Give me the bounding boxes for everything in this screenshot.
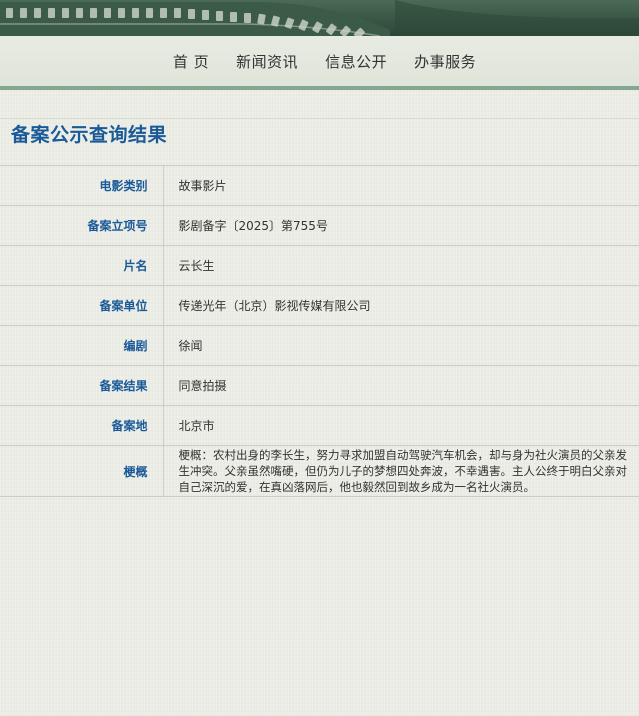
nav-item-info-disclosure[interactable]: 信息公开 xyxy=(325,51,387,72)
field-label: 备案结果 xyxy=(0,365,164,406)
nav-item-home[interactable]: 首 页 xyxy=(173,51,209,72)
field-label: 备案单位 xyxy=(0,285,164,326)
field-label: 电影类别 xyxy=(0,165,164,206)
field-value: 云长生 xyxy=(163,245,639,286)
table-row-filing-location: 备案地 北京市 xyxy=(0,405,639,446)
header-banner xyxy=(0,0,639,36)
nav-menu: 首 页 新闻资讯 信息公开 办事服务 xyxy=(0,36,639,86)
nav-divider xyxy=(0,86,639,90)
field-label: 备案立项号 xyxy=(0,205,164,246)
synopsis-text: 梗概：农村出身的李长生，努力寻求加盟自动驾驶汽车机会，却与身为社火演员的父亲发生… xyxy=(163,445,639,497)
table-row-filing-result: 备案结果 同意拍摄 xyxy=(0,365,639,406)
field-value: 北京市 xyxy=(163,405,639,446)
title-divider xyxy=(0,118,639,119)
film-strip-decoration xyxy=(0,0,639,36)
field-value: 徐闻 xyxy=(163,325,639,366)
record-table: 电影类别 故事影片 备案立项号 影剧备字〔2025〕第755号 片名 云长生 备… xyxy=(0,165,639,497)
field-label: 片名 xyxy=(0,245,164,286)
table-row-filing-company: 备案单位 传递光年（北京）影视传媒有限公司 xyxy=(0,285,639,326)
field-value: 同意拍摄 xyxy=(163,365,639,406)
nav-item-services[interactable]: 办事服务 xyxy=(414,51,476,72)
nav-item-news[interactable]: 新闻资讯 xyxy=(236,51,298,72)
page-title: 备案公示查询结果 xyxy=(11,124,168,146)
main-nav: 首 页 新闻资讯 信息公开 办事服务 xyxy=(0,36,639,87)
field-value: 影剧备字〔2025〕第755号 xyxy=(163,205,639,246)
field-value: 传递光年（北京）影视传媒有限公司 xyxy=(163,285,639,326)
field-value: 故事影片 xyxy=(163,165,639,206)
field-label: 备案地 xyxy=(0,405,164,446)
table-row-film-title: 片名 云长生 xyxy=(0,245,639,286)
table-row-filing-number: 备案立项号 影剧备字〔2025〕第755号 xyxy=(0,205,639,246)
table-row-synopsis: 梗概 梗概：农村出身的李长生，努力寻求加盟自动驾驶汽车机会，却与身为社火演员的父… xyxy=(0,445,639,497)
table-row-screenwriter: 编剧 徐闻 xyxy=(0,325,639,366)
table-row-film-category: 电影类别 故事影片 xyxy=(0,165,639,206)
field-label: 编剧 xyxy=(0,325,164,366)
field-label: 梗概 xyxy=(0,445,164,497)
